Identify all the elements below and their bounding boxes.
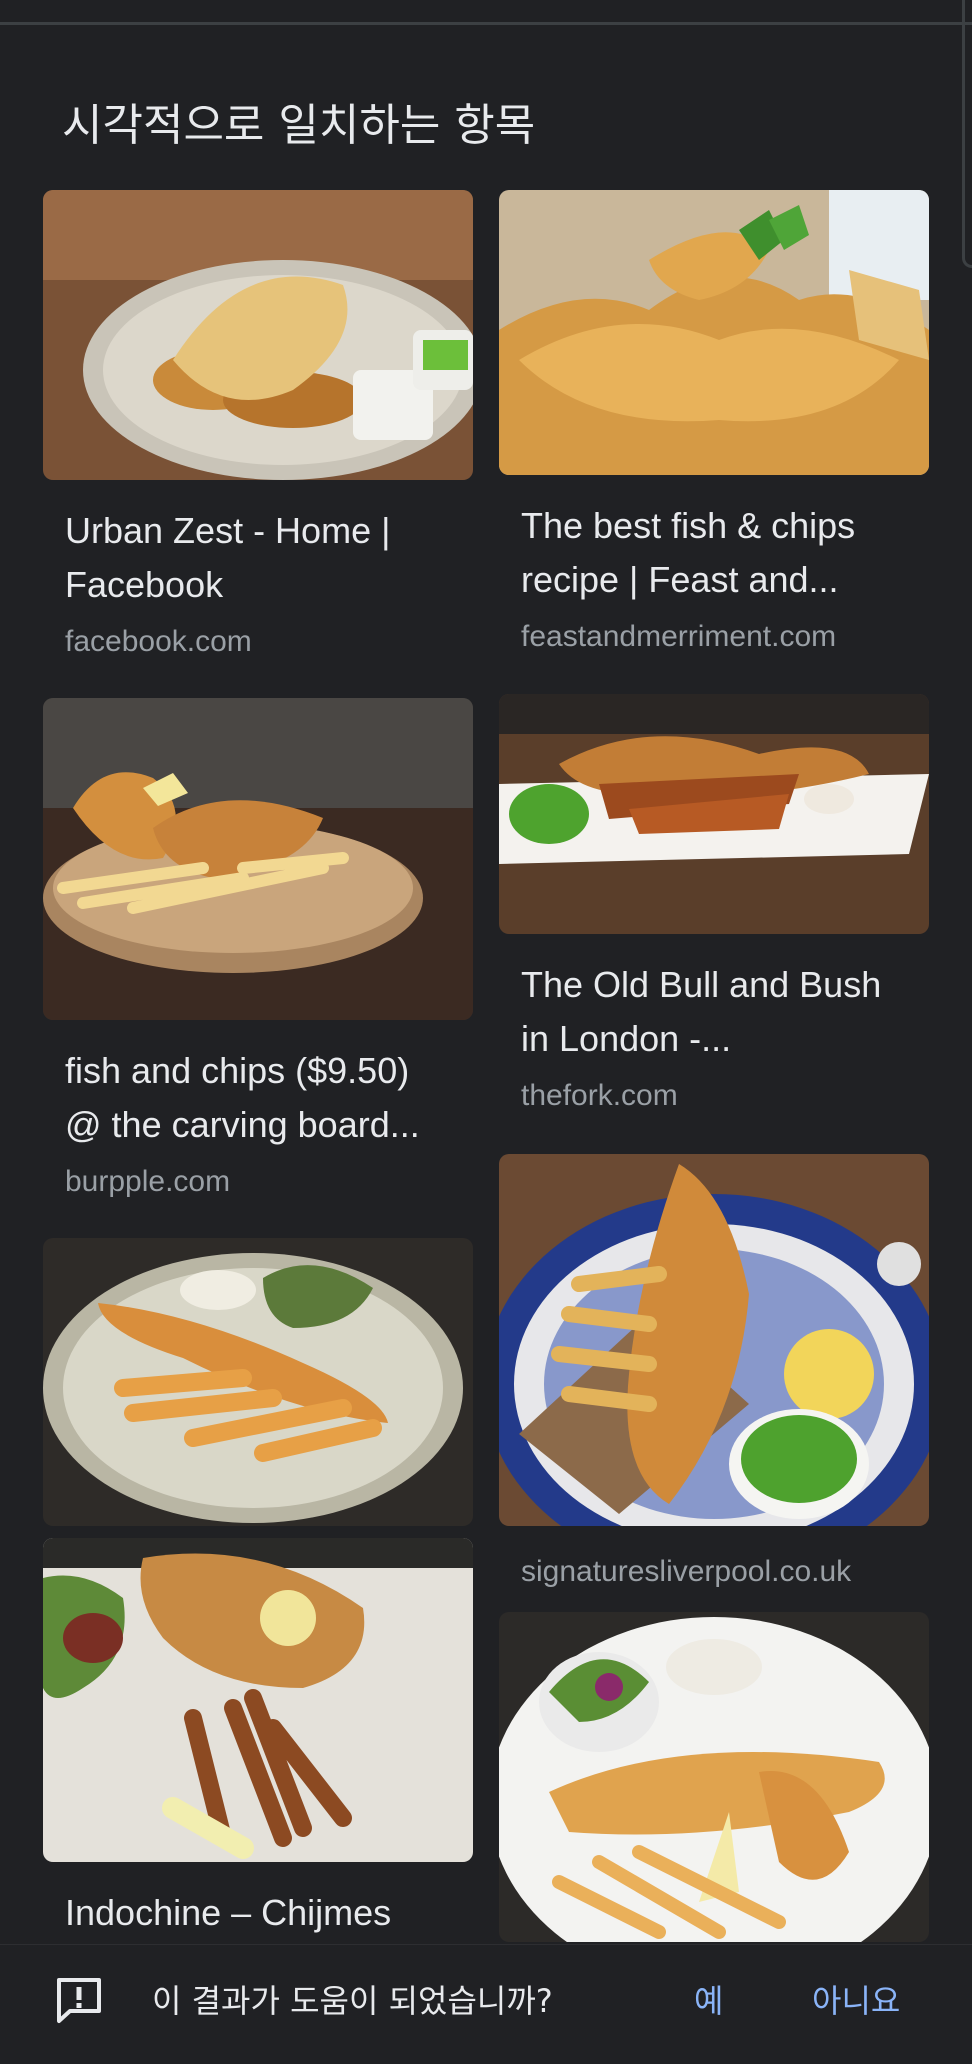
feedback-no-button[interactable]: 아니요 [812,1979,900,2023]
result-thumbnail[interactable] [499,1612,929,1942]
feedback-icon [54,1975,104,2025]
result-title[interactable]: Urban Zest - Home | Facebook [65,504,451,612]
result-thumbnail[interactable] [499,694,929,934]
result-thumbnail[interactable] [43,1238,473,1526]
result-card[interactable] [499,1612,929,1974]
result-source: thefork.com [521,1079,678,1112]
result-card[interactable]: The best fish & chips recipe | Feast and… [499,190,929,659]
result-card[interactable]: The Old Bull and Bush in London -... the… [499,694,929,1118]
result-thumbnail[interactable] [43,1538,473,1862]
scrollbar[interactable] [962,0,972,268]
result-thumbnail[interactable] [499,190,929,475]
section-title: 시각적으로 일치하는 항목 [62,100,536,151]
result-card[interactable] [43,1238,473,1558]
result-card[interactable]: Urban Zest - Home | Facebook facebook.co… [43,190,473,664]
result-title[interactable]: The Old Bull and Bush in London -... [521,958,907,1066]
result-source: burpple.com [65,1165,231,1198]
result-source: feastandmerriment.com [521,620,837,653]
result-title[interactable]: fish and chips ($9.50) @ the carving boa… [65,1044,451,1152]
result-thumbnail[interactable] [499,1154,929,1526]
result-thumbnail[interactable] [43,698,473,1020]
feedback-yes-button[interactable]: 예 [694,1979,723,2023]
top-divider [0,0,972,25]
result-source: signaturesliverpool.co.uk [521,1555,852,1588]
result-source: facebook.com [65,625,252,658]
feedback-question: 이 결과가 도움이 되었습니까? [152,1982,553,2020]
result-card[interactable]: fish and chips ($9.50) @ the carving boa… [43,698,473,1204]
result-title[interactable]: Indochine – Chijmes [65,1886,451,1940]
result-card[interactable]: Indochine – Chijmes [43,1538,473,1948]
feedback-bar: 이 결과가 도움이 되었습니까? 예 아니요 [0,1944,972,2064]
result-thumbnail[interactable] [43,190,473,480]
result-card[interactable]: signaturesliverpool.co.uk [499,1154,929,1594]
result-title[interactable]: The best fish & chips recipe | Feast and… [521,499,907,607]
